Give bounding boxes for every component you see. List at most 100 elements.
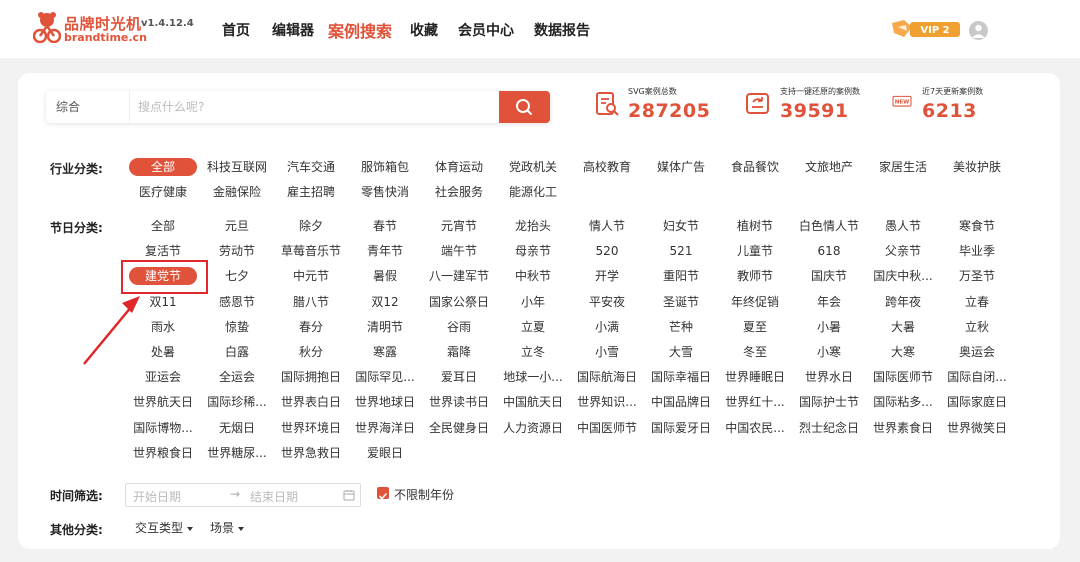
festival-tag[interactable]: 双12 [351,293,419,311]
search-button[interactable] [499,91,550,123]
festival-tag[interactable]: 全运会 [203,368,271,386]
festival-tag[interactable]: 世界红十... [721,393,789,411]
festival-tag[interactable]: 草莓音乐节 [277,242,345,260]
industry-tag[interactable]: 零售快消 [351,183,419,201]
festival-tag[interactable]: 清明节 [351,318,419,336]
industry-tag[interactable]: 党政机关 [499,158,567,176]
festival-tag[interactable]: 春分 [277,318,345,336]
festival-tag[interactable]: 国际粘多... [869,393,937,411]
festival-tag[interactable]: 无烟日 [203,419,271,437]
festival-tag[interactable]: 国际拥抱日 [277,368,345,386]
industry-tag[interactable]: 医疗健康 [129,183,197,201]
festival-tag[interactable]: 父亲节 [869,242,937,260]
festival-tag[interactable]: 大寒 [869,343,937,361]
festival-tag[interactable]: 大暑 [869,318,937,336]
festival-tag[interactable]: 国庆节 [795,267,863,285]
festival-tag[interactable]: 谷雨 [425,318,493,336]
festival-tag[interactable]: 妇女节 [647,217,715,235]
festival-tag[interactable]: 世界急救日 [277,444,345,462]
festival-tag[interactable]: 立春 [943,293,1011,311]
industry-tag[interactable]: 服饰箱包 [351,158,419,176]
festival-tag[interactable]: 520 [573,242,641,260]
festival-tag[interactable]: 年终促销 [721,293,789,311]
festival-tag[interactable]: 国际珍稀... [203,393,271,411]
festival-tag[interactable]: 世界读书日 [425,393,493,411]
nav-editor[interactable]: 编辑器 [272,20,314,40]
unlimited-year-label[interactable]: 不限制年份 [394,486,454,503]
festival-tag[interactable]: 端午节 [425,242,493,260]
festival-tag[interactable]: 跨年夜 [869,293,937,311]
industry-tag[interactable]: 体育运动 [425,158,493,176]
festival-tag[interactable]: 青年节 [351,242,419,260]
festival-tag[interactable]: 世界素食日 [869,419,937,437]
festival-tag[interactable]: 国际爱牙日 [647,419,715,437]
interaction-type-dropdown[interactable]: 交互类型 [135,519,194,536]
festival-tag[interactable]: 感恩节 [203,293,271,311]
festival-tag[interactable]: 小年 [499,293,567,311]
festival-tag[interactable]: 处暑 [129,343,197,361]
nav-favorites[interactable]: 收藏 [410,20,438,40]
nav-data-report[interactable]: 数据报告 [534,20,590,40]
festival-tag[interactable]: 白色情人节 [795,217,863,235]
industry-tag[interactable]: 金融保险 [203,183,271,201]
festival-tag[interactable]: 秋分 [277,343,345,361]
festival-tag[interactable]: 愚人节 [869,217,937,235]
festival-tag[interactable]: 爱耳日 [425,368,493,386]
festival-tag[interactable]: 国际护士节 [795,393,863,411]
festival-tag[interactable]: 植树节 [721,217,789,235]
festival-tag[interactable]: 全民健身日 [425,419,493,437]
festival-tag[interactable]: 世界海洋日 [351,419,419,437]
nav-home[interactable]: 首页 [222,20,250,40]
unlimited-year-checkbox[interactable] [377,487,389,500]
festival-tag[interactable]: 重阳节 [647,267,715,285]
festival-tag[interactable]: 烈士纪念日 [795,419,863,437]
festival-tag[interactable]: 寒食节 [943,217,1011,235]
festival-tag[interactable]: 暑假 [351,267,419,285]
festival-tag[interactable]: 爱眼日 [351,444,419,462]
festival-tag[interactable]: 平安夜 [573,293,641,311]
industry-tag[interactable]: 科技互联网 [203,158,271,176]
festival-tag[interactable]: 世界糖尿... [203,444,271,462]
festival-tag[interactable]: 国际罕见... [351,368,419,386]
festival-tag[interactable]: 复活节 [129,242,197,260]
brand-logo[interactable]: 品牌时光机 v1.4.12.4 brandtime.cn [33,11,218,45]
festival-tag[interactable]: 寒露 [351,343,419,361]
industry-tag[interactable]: 美妆护肤 [943,158,1011,176]
festival-tag[interactable]: 元宵节 [425,217,493,235]
festival-tag[interactable]: 双11 [129,293,197,311]
festival-tag[interactable]: 元旦 [203,217,271,235]
festival-tag[interactable]: 立秋 [943,318,1011,336]
festival-tag[interactable]: 世界表白日 [277,393,345,411]
festival-tag[interactable]: 地球一小... [499,368,567,386]
industry-tag[interactable]: 家居生活 [869,158,937,176]
date-range-picker[interactable]: 开始日期 → 结束日期 [125,483,361,507]
festival-tag[interactable]: 霜降 [425,343,493,361]
festival-tag[interactable]: 八一建军节 [425,267,493,285]
festival-tag[interactable]: 小雪 [573,343,641,361]
industry-tag[interactable]: 雇主招聘 [277,183,345,201]
festival-tag[interactable]: 情人节 [573,217,641,235]
festival-tag[interactable]: 芒种 [647,318,715,336]
festival-tag[interactable]: 白露 [203,343,271,361]
festival-tag[interactable]: 劳动节 [203,242,271,260]
industry-tag[interactable]: 汽车交通 [277,158,345,176]
festival-tag[interactable]: 世界睡眠日 [721,368,789,386]
festival-tag[interactable]: 毕业季 [943,242,1011,260]
festival-tag[interactable]: 开学 [573,267,641,285]
festival-tag[interactable]: 中国品牌日 [647,393,715,411]
festival-tag[interactable]: 国际家庭日 [943,393,1011,411]
user-avatar[interactable] [969,21,988,40]
festival-tag[interactable]: 小寒 [795,343,863,361]
industry-tag[interactable]: 文旅地产 [795,158,863,176]
festival-tag[interactable]: 中元节 [277,267,345,285]
festival-tag[interactable]: 大雪 [647,343,715,361]
festival-tag[interactable]: 世界航天日 [129,393,197,411]
festival-tag[interactable]: 奥运会 [943,343,1011,361]
festival-tag[interactable]: 国家公祭日 [425,293,493,311]
festival-tag[interactable]: 世界微笑日 [943,419,1011,437]
festival-tag[interactable]: 惊蛰 [203,318,271,336]
festival-tag[interactable]: 雨水 [129,318,197,336]
industry-tag[interactable]: 高校教育 [573,158,641,176]
festival-tag[interactable]: 世界知识... [573,393,641,411]
vip-badge-icon[interactable]: VIP 2 [890,17,962,41]
